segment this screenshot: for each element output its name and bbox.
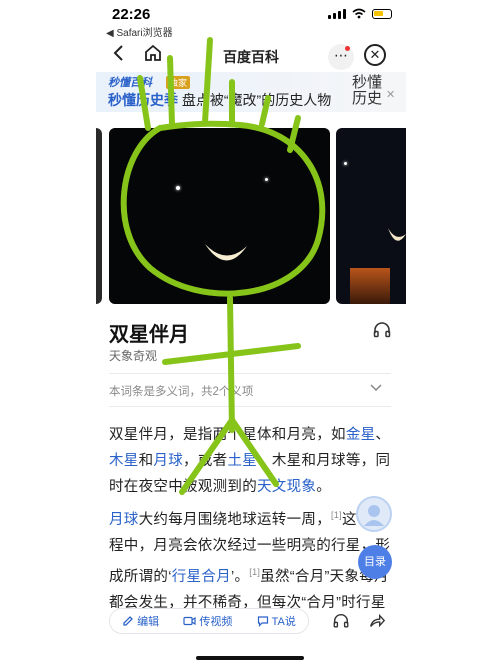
link-saturn[interactable]: 土星 xyxy=(227,453,257,469)
crescent-moon-icon xyxy=(205,244,247,261)
banner-logo: 秒懂 历史 xyxy=(352,74,382,106)
ta-label: TA说 xyxy=(271,616,296,628)
notification-dot xyxy=(345,46,350,51)
nav-bar: 百度百科 ⋯ ✕ xyxy=(96,40,406,72)
text-run: 双星伴月，是指两个星体和月亮，如 xyxy=(109,427,346,443)
chat-bubble-icon xyxy=(257,616,268,627)
share-icon[interactable] xyxy=(368,612,386,630)
close-button[interactable]: ✕ xyxy=(364,44,386,66)
pencil-icon xyxy=(123,616,134,626)
status-time: 22:26 xyxy=(112,6,151,23)
banner-close-icon[interactable]: ✕ xyxy=(386,88,395,101)
divider xyxy=(109,406,391,407)
divider xyxy=(109,373,391,374)
banner-headline-highlight: 秒懂历史季 xyxy=(108,92,178,108)
signal-icon xyxy=(328,8,346,19)
status-icons xyxy=(328,8,392,19)
city-buildings-image xyxy=(350,268,390,304)
ta-say-button[interactable]: TA说 xyxy=(257,613,296,629)
intro-paragraph: 双星伴月，是指两个星体和月亮，如金星、木星和月球，或者土星、木星和月球等，同时在… xyxy=(109,422,394,500)
banner-headline-text: 盘点被“魔改”的历史人物 xyxy=(178,92,332,108)
avatar-icon xyxy=(364,505,384,526)
planet-star xyxy=(265,178,268,181)
entry-subtitle: 天象奇观 xyxy=(109,349,158,363)
text-run: ’。 xyxy=(230,568,250,585)
more-button[interactable]: ⋯ xyxy=(328,44,354,70)
promo-banner[interactable]: 秒懂百科 独家 秒懂历史季 盘点被“魔改”的历史人物 秒懂 历史 ✕ xyxy=(96,72,406,112)
planet-star xyxy=(176,186,180,190)
image-gallery[interactable] xyxy=(96,122,406,306)
battery-icon xyxy=(372,8,392,19)
table-of-contents-button[interactable]: 目录 xyxy=(358,545,392,579)
body-paragraph: 月球大约每月围绕地球运转一周，[1]这个过程中，月亮会依次经过一些明亮的行星，形… xyxy=(109,502,394,616)
gallery-prev-image[interactable] xyxy=(96,128,102,304)
video-label: 传视频 xyxy=(199,616,233,628)
banner-brand: 秒懂百科 xyxy=(108,77,152,89)
status-bar: 22:26 ◀ Safari浏览器 xyxy=(0,0,500,39)
entry-title: 双星伴月 xyxy=(109,324,189,346)
link-astronomical-phenomenon[interactable]: 天文现象 xyxy=(257,479,316,495)
banner-logo-line2: 历史 xyxy=(352,89,383,107)
home-indicator xyxy=(196,656,304,660)
link-venus[interactable]: 金星 xyxy=(346,427,376,443)
crescent-moon-icon xyxy=(388,228,406,241)
edit-label: 编辑 xyxy=(137,616,160,628)
text-run: 。 xyxy=(316,479,332,495)
banner-tag: 独家 xyxy=(166,76,191,89)
link-jupiter[interactable]: 木星 xyxy=(109,453,139,469)
assistant-avatar-button[interactable] xyxy=(356,496,392,532)
text-run: 大约每月围绕地球运转一周， xyxy=(138,511,332,528)
text-run: 、 xyxy=(375,427,391,443)
link-moon[interactable]: 月球 xyxy=(109,512,139,528)
banner-headline: 秒懂历史季 盘点被“魔改”的历史人物 xyxy=(108,90,331,110)
bottom-action-bar: 编辑 传视频 TA说 xyxy=(109,608,309,634)
edit-button[interactable]: 编辑 xyxy=(122,613,159,629)
headphones-icon[interactable] xyxy=(372,320,392,340)
wifi-icon xyxy=(352,8,366,19)
chevron-down-icon[interactable] xyxy=(370,381,382,395)
text-run: ，或者 xyxy=(183,453,228,469)
reference-marker[interactable]: [1] xyxy=(331,510,342,520)
page-title: 百度百科 xyxy=(223,49,279,65)
gallery-next-image[interactable] xyxy=(336,128,406,304)
upload-video-button[interactable]: 传视频 xyxy=(183,613,232,629)
headphones-icon[interactable] xyxy=(332,612,350,630)
polysemy-note: 本词条是多义词，共2个义项 xyxy=(109,386,254,398)
link-planet-conjunction[interactable]: 行星合月 xyxy=(172,569,231,585)
planet-star xyxy=(344,162,347,165)
link-moon[interactable]: 月球 xyxy=(153,453,183,469)
close-icon: ✕ xyxy=(369,47,381,62)
back-to-app-link[interactable]: ◀ Safari浏览器 xyxy=(106,24,173,39)
gallery-main-image[interactable] xyxy=(109,128,330,304)
reference-marker[interactable]: [1] xyxy=(249,567,260,577)
text-run: 和 xyxy=(138,453,154,469)
video-icon xyxy=(183,616,196,626)
